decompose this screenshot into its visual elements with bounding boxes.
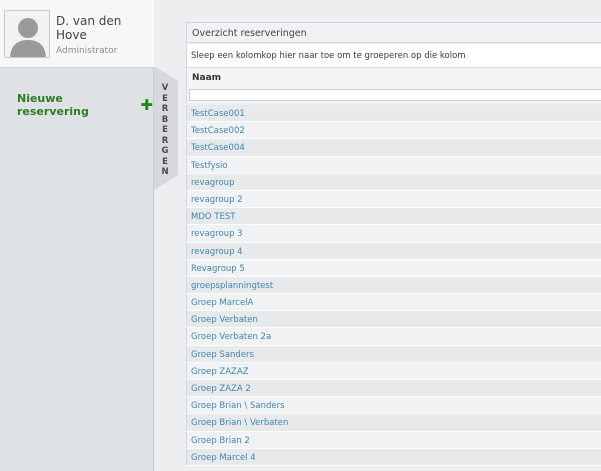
hide-tab-letter: R	[161, 104, 169, 114]
main-content: Overzicht reserveringen Sleep een kolomk…	[178, 0, 601, 471]
user-profile: D. van den Hove Administrator	[0, 0, 154, 68]
table-row[interactable]: TestCase001	[186, 105, 601, 123]
table-row[interactable]: Groep Verbaten 2a	[186, 328, 601, 346]
table-row[interactable]: revagroup 4	[186, 242, 601, 260]
hide-sidebar-label: VERBERGEN	[159, 83, 171, 178]
hide-tab-letter: N	[161, 167, 169, 177]
table-row[interactable]: Groep Brian \ Sanders	[186, 397, 601, 415]
table-row[interactable]: Groep Sanders	[186, 345, 601, 363]
panel-title: Overzicht reserveringen	[186, 22, 601, 43]
table-row[interactable]: Groep Verbaten	[186, 311, 601, 329]
user-role: Administrator	[56, 46, 118, 56]
hide-tab-letter: E	[162, 93, 168, 104]
hide-tab-letter: B	[161, 114, 169, 125]
name-filter-input[interactable]	[189, 89, 601, 101]
column-header-naam[interactable]: Naam	[186, 68, 601, 88]
table-row[interactable]: Revagroup 5	[186, 259, 601, 277]
group-drop-area[interactable]: Sleep een kolomkop hier naar toe om te g…	[186, 44, 601, 68]
table-row[interactable]: revagroup 3	[186, 225, 601, 243]
filter-row	[186, 88, 601, 103]
hide-tab-letter: E	[162, 156, 168, 167]
new-reservation-label: Nieuwe reservering	[17, 92, 89, 118]
table-row[interactable]: groepsplanningtest	[186, 276, 601, 295]
table-row[interactable]: Groep ZAZAZ	[186, 362, 601, 380]
hide-tab-letter: V	[161, 83, 169, 93]
table-row[interactable]: MDO TEST	[186, 208, 601, 226]
table-row[interactable]: Groep ZAZA 2	[186, 380, 601, 398]
new-reservation-button[interactable]: Nieuwe reservering ✚	[17, 92, 153, 118]
plus-icon: ✚	[140, 96, 153, 114]
table-row[interactable]: Groep Brian 2	[186, 431, 601, 449]
table-row[interactable]: Testfysio	[186, 156, 601, 174]
reservation-list: TestCase001 TestCase002 TestCase004 Testfys…	[186, 105, 601, 466]
table-row[interactable]: Groep MarcelA	[186, 294, 601, 312]
user-name: D. van den Hove	[56, 14, 122, 42]
hide-tab-letter: E	[162, 125, 168, 135]
table-row[interactable]: TestCase002	[186, 122, 601, 140]
user-silhouette-icon	[5, 11, 49, 57]
sidebar: D. van den Hove Administrator Nieuwe res…	[0, 0, 154, 471]
hide-tab-letter: G	[161, 146, 169, 156]
table-row[interactable]: revagroup	[186, 173, 601, 191]
avatar	[4, 10, 50, 58]
table-row[interactable]: TestCase004	[186, 139, 601, 157]
table-row[interactable]: revagroup 2	[186, 190, 601, 209]
table-row[interactable]: Groep Brian \ Verbaten	[186, 414, 601, 432]
table-row[interactable]: Groep Marcel 4	[186, 448, 601, 466]
hide-tab-letter: R	[161, 135, 169, 146]
